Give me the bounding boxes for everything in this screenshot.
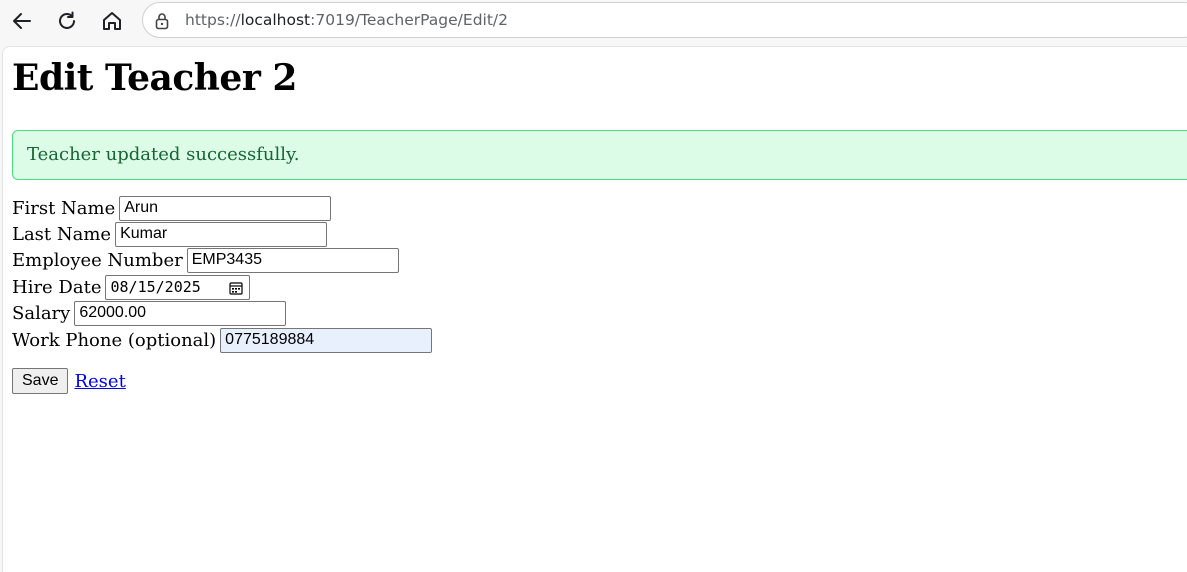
salary-label: Salary: [12, 302, 71, 324]
employee-number-label: Employee Number: [12, 249, 183, 271]
page-title: Edit Teacher 2: [12, 57, 297, 99]
url-host: localhost: [240, 11, 311, 29]
salary-input[interactable]: [74, 300, 287, 326]
form-actions: Save Reset: [12, 368, 126, 394]
browser-toolbar: https://localhost:7019/TeacherPage/Edit/…: [0, 0, 1187, 42]
reset-link[interactable]: Reset: [74, 371, 125, 392]
home-button[interactable]: [97, 6, 127, 36]
calendar-icon[interactable]: [229, 281, 244, 295]
url-text: https://localhost:7019/TeacherPage/Edit/…: [185, 11, 508, 29]
hire-date-row: Hire Date 08/15/2025: [12, 274, 251, 300]
work-phone-row: Work Phone (optional): [12, 327, 433, 353]
hire-date-value: 08/15/2025: [110, 278, 201, 296]
reload-icon: [59, 11, 75, 29]
lock-icon[interactable]: [153, 12, 171, 30]
url-path: :7019/TeacherPage/Edit/2: [310, 11, 509, 29]
work-phone-input[interactable]: [220, 327, 433, 353]
last-name-input[interactable]: [115, 221, 328, 247]
first-name-input[interactable]: [119, 195, 332, 221]
back-arrow-icon: [13, 13, 31, 29]
first-name-row: First Name: [12, 195, 332, 221]
employee-number-row: Employee Number: [12, 247, 399, 273]
hire-date-input[interactable]: 08/15/2025: [105, 274, 251, 300]
reload-button[interactable]: [52, 6, 82, 36]
salary-row: Salary: [12, 300, 287, 326]
last-name-row: Last Name: [12, 221, 328, 247]
page-viewport: Edit Teacher 2 Teacher updated successfu…: [2, 46, 1187, 572]
save-button[interactable]: Save: [12, 368, 69, 394]
url-scheme: https://: [185, 11, 241, 29]
success-alert: Teacher updated successfully.: [12, 130, 1187, 180]
work-phone-label: Work Phone (optional): [12, 329, 217, 351]
address-bar[interactable]: https://localhost:7019/TeacherPage/Edit/…: [142, 2, 1187, 38]
home-icon: [103, 12, 121, 30]
back-button[interactable]: [7, 6, 37, 36]
hire-date-label: Hire Date: [12, 276, 102, 298]
employee-number-input[interactable]: [186, 247, 399, 273]
first-name-label: First Name: [12, 197, 116, 219]
last-name-label: Last Name: [12, 223, 112, 245]
